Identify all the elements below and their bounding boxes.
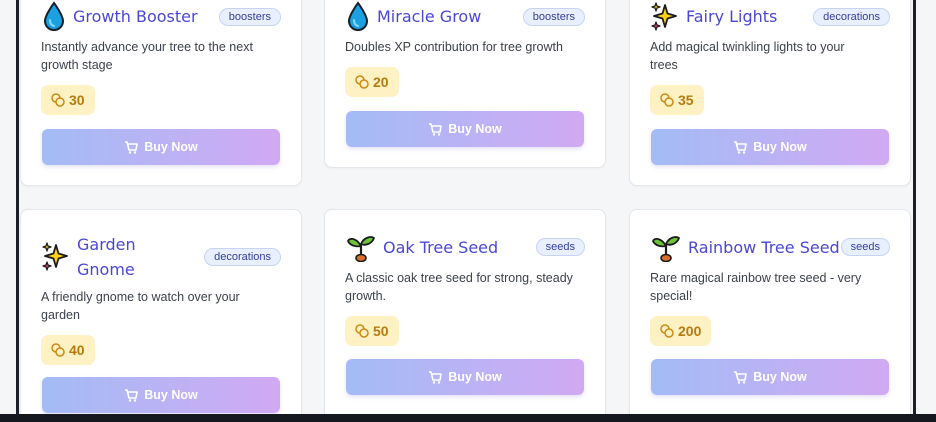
shop-item-card: Miracle Grow boosters Doubles XP contrib…	[324, 0, 606, 168]
sparkles-icon	[650, 1, 680, 31]
buy-now-label: Buy Now	[448, 370, 502, 384]
category-badge: seeds	[535, 238, 585, 256]
category-badge: seeds	[840, 238, 890, 256]
item-description: Instantly advance your tree to the next …	[41, 40, 253, 72]
shop-item-card: Oak Tree Seed seeds A classic oak tree s…	[324, 209, 606, 422]
category-badge: decorations	[204, 248, 281, 266]
item-name: Garden Gnome	[77, 235, 136, 279]
item-description: Doubles XP contribution for tree growth	[345, 40, 563, 54]
buy-now-label: Buy Now	[144, 140, 198, 154]
shop-item-card: Growth Booster boosters Instantly advanc…	[20, 0, 302, 186]
item-description: A classic oak tree seed for strong, stea…	[345, 271, 573, 303]
price-badge: 40	[41, 335, 95, 365]
price-value: 200	[678, 323, 702, 339]
coin-icon	[660, 324, 674, 338]
price-value: 50	[373, 323, 389, 339]
item-name: Oak Tree Seed	[383, 238, 499, 257]
item-description: Rare magical rainbow tree seed - very sp…	[650, 271, 862, 303]
buy-now-button[interactable]: Buy Now	[346, 359, 584, 395]
buy-now-label: Buy Now	[753, 140, 807, 154]
shop-item-card: Rainbow Tree Seed seeds Rare magical rai…	[629, 209, 911, 422]
cart-icon	[428, 371, 442, 384]
cart-icon	[733, 141, 747, 154]
buy-now-label: Buy Now	[448, 122, 502, 136]
shop-item-card: Garden Gnome decorations A friendly gnom…	[20, 209, 302, 422]
cart-icon	[428, 123, 442, 136]
cart-icon	[124, 389, 138, 402]
seedling-icon	[650, 232, 682, 262]
buy-now-button[interactable]: Buy Now	[651, 129, 889, 165]
price-badge: 50	[345, 316, 399, 346]
price-badge: 35	[650, 85, 704, 115]
item-description: A friendly gnome to watch over your gard…	[41, 290, 240, 322]
category-badge: boosters	[522, 8, 585, 26]
price-value: 35	[678, 92, 694, 108]
cart-icon	[124, 141, 138, 154]
buy-now-label: Buy Now	[753, 370, 807, 384]
item-description: Add magical twinkling lights to your tre…	[650, 40, 845, 72]
buy-now-label: Buy Now	[144, 388, 198, 402]
coin-icon	[51, 93, 65, 107]
buy-now-button[interactable]: Buy Now	[42, 377, 280, 413]
price-value: 30	[69, 92, 85, 108]
water-drop-icon	[345, 1, 371, 31]
coin-icon	[355, 324, 369, 338]
buy-now-button[interactable]: Buy Now	[651, 359, 889, 395]
cart-icon	[733, 371, 747, 384]
price-badge: 20	[345, 67, 399, 97]
item-name: Growth Booster	[73, 7, 198, 26]
price-value: 40	[69, 342, 85, 358]
seedling-icon	[345, 232, 377, 262]
buy-now-button[interactable]: Buy Now	[42, 129, 280, 165]
coin-icon	[660, 93, 674, 107]
shop-item-card: Fairy Lights decorations Add magical twi…	[629, 0, 911, 186]
window-bottom-edge	[0, 414, 936, 422]
category-badge: boosters	[218, 8, 281, 26]
coin-icon	[51, 343, 65, 357]
item-name: Fairy Lights	[686, 7, 778, 26]
category-badge: decorations	[813, 8, 890, 26]
item-name: Rainbow Tree Seed	[688, 238, 840, 257]
coin-icon	[355, 75, 369, 89]
item-name: Miracle Grow	[377, 7, 482, 26]
buy-now-button[interactable]: Buy Now	[346, 111, 584, 147]
price-badge: 30	[41, 85, 95, 115]
price-badge: 200	[650, 316, 712, 346]
sparkles-icon	[41, 241, 71, 271]
water-drop-icon	[41, 1, 67, 31]
price-value: 20	[373, 74, 389, 90]
